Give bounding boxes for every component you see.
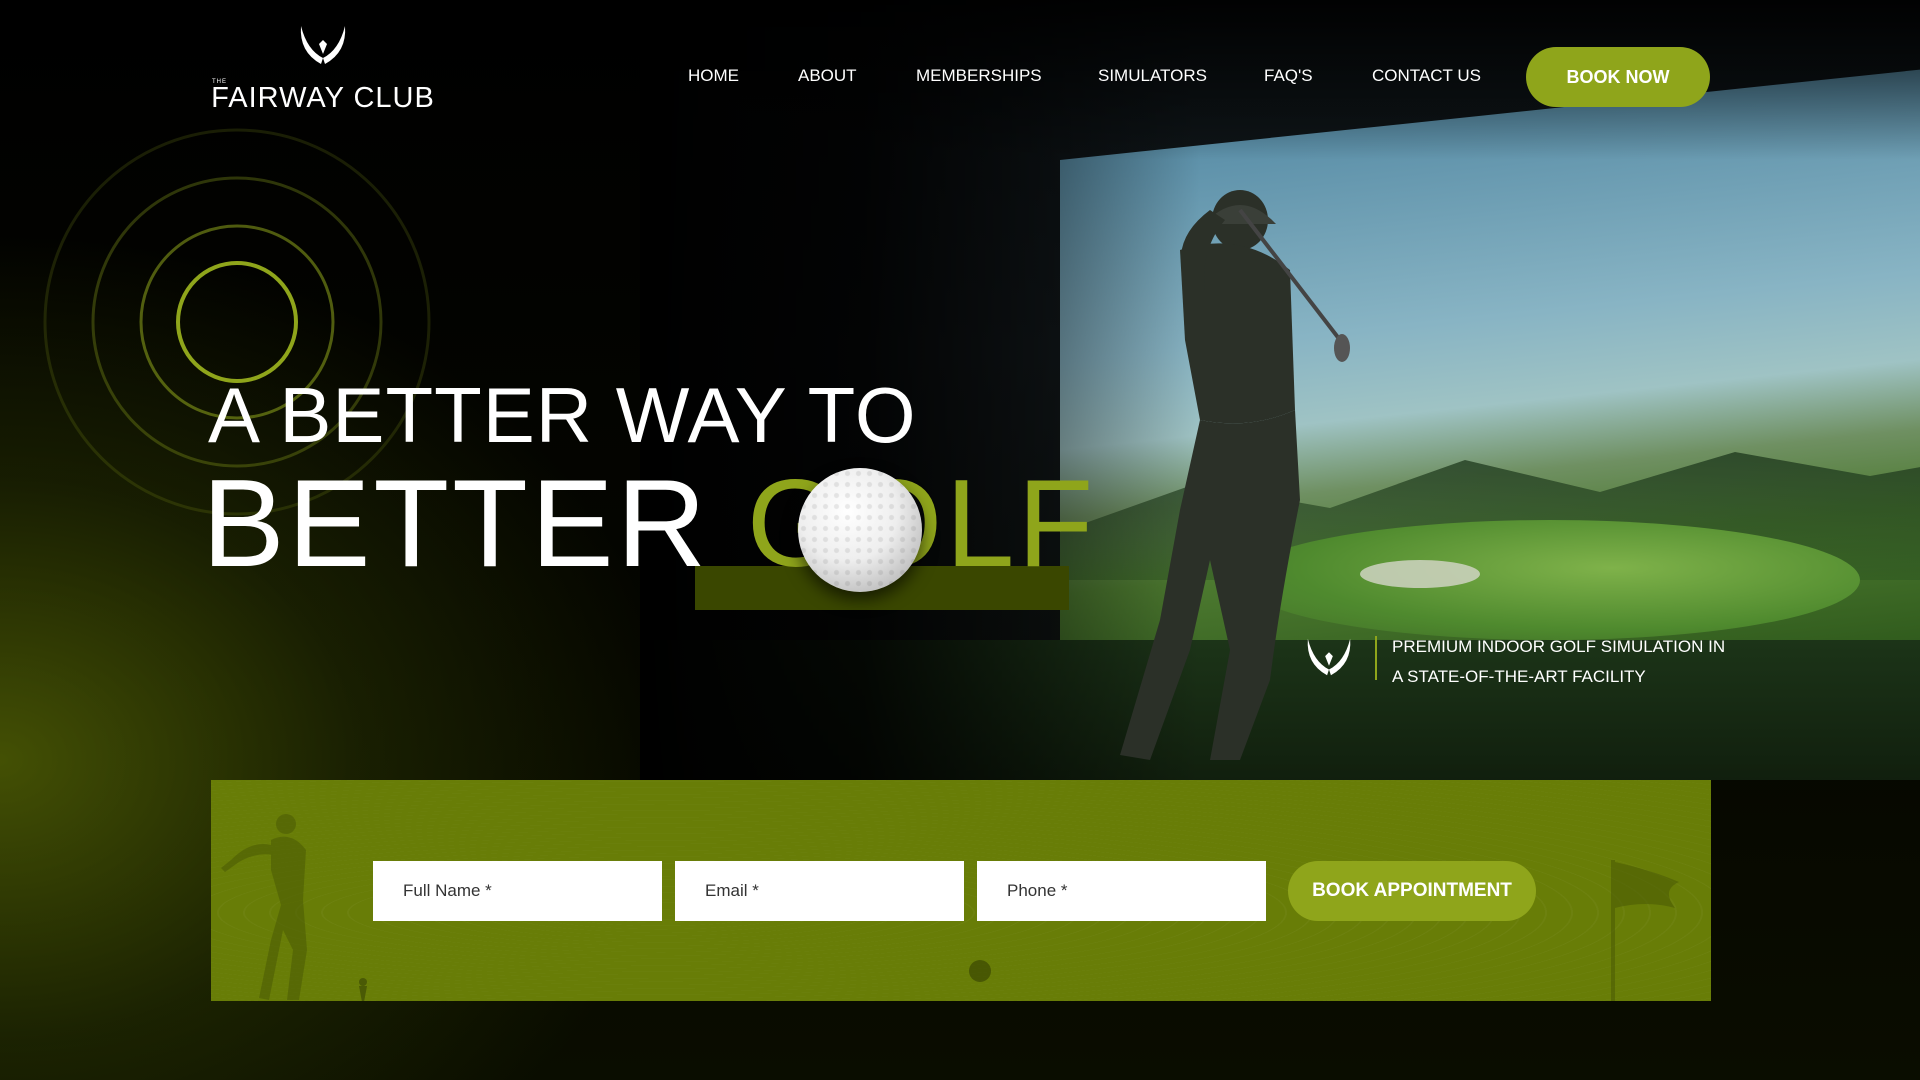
golfer-figure <box>1120 190 1350 760</box>
book-now-button[interactable]: BOOK NOW <box>1526 47 1710 107</box>
nav-memberships[interactable]: MEMBERSHIPS <box>916 66 1042 86</box>
nav-contact-us[interactable]: CONTACT US <box>1372 66 1481 86</box>
tagline-line2: A STATE-OF-THE-ART FACILITY <box>1392 667 1646 686</box>
tagline-divider <box>1375 636 1377 680</box>
golf-ball-image <box>798 468 922 592</box>
wing-crest-icon <box>300 26 346 64</box>
site-logo[interactable]: THE FAIRWAY CLUB <box>210 24 436 114</box>
book-appointment-button[interactable]: BOOK APPOINTMENT <box>1288 861 1536 921</box>
logo-wordmark: FAIRWAY CLUB <box>211 82 435 114</box>
page: THE FAIRWAY CLUB HOME ABOUT MEMBERSHIPS … <box>0 0 1920 1080</box>
phone-input[interactable] <box>977 861 1266 921</box>
ball-silhouette-icon <box>969 960 991 982</box>
flag-silhouette-icon <box>1611 860 1679 1001</box>
golfer-silhouette-icon <box>221 814 307 1000</box>
tee-icon <box>359 978 367 1001</box>
headline-white-text: BETTER <box>202 455 747 593</box>
nav-home[interactable]: HOME <box>688 66 739 86</box>
nav-faqs[interactable]: FAQ'S <box>1264 66 1313 86</box>
nav-simulators[interactable]: SIMULATORS <box>1098 66 1207 86</box>
hero-tagline: PREMIUM INDOOR GOLF SIMULATION IN A STAT… <box>1392 632 1732 692</box>
full-name-input[interactable] <box>373 861 662 921</box>
tagline-line1: PREMIUM INDOOR GOLF SIMULATION IN <box>1392 637 1726 656</box>
wing-crest-icon <box>1307 638 1351 676</box>
email-input[interactable] <box>675 861 964 921</box>
hero-headline-line2: BETTER GOLF <box>202 462 1096 586</box>
hero-headline-line1: A BETTER WAY TO <box>208 371 917 459</box>
nav-about[interactable]: ABOUT <box>798 66 857 86</box>
